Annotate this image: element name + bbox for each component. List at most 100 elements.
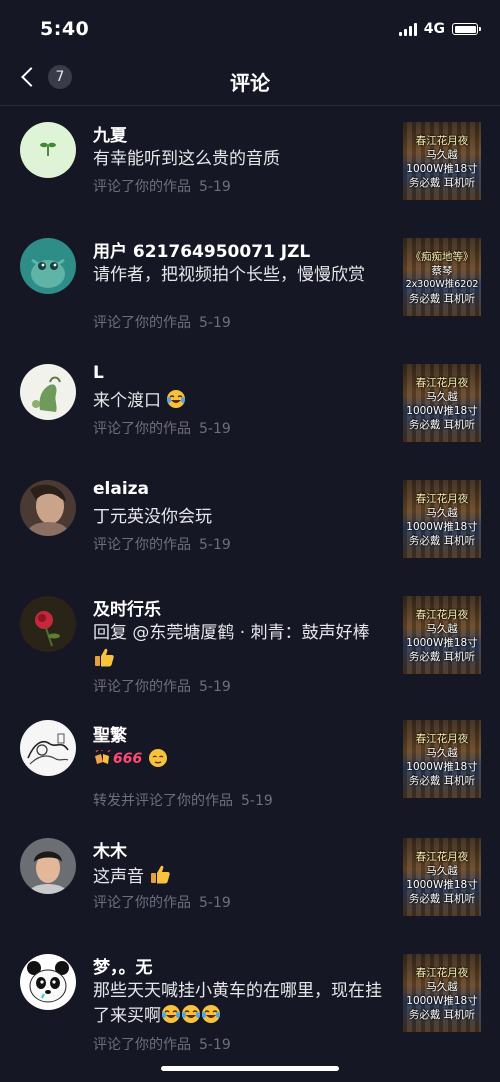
avatar[interactable] — [20, 838, 76, 894]
comment-meta: 评论了你的作品 5-19 — [93, 534, 231, 554]
comment-meta: 转发并评论了你的作品 5-19 — [93, 790, 273, 810]
thumb-artist: 马久越 — [426, 149, 458, 161]
avatar[interactable] — [20, 596, 76, 652]
thumb-title: 春江花月夜 — [415, 967, 469, 979]
video-thumbnail[interactable]: 春江花月夜 马久越 1000W推18寸 务必戴 耳机听 — [403, 596, 481, 674]
comment-body: 来个渡口 — [93, 391, 161, 411]
thumb-spec: 1000W推18寸 — [406, 637, 478, 649]
comment-body: 回复 @东莞塘厦鹤 · 刺青：鼓声好棒 — [93, 623, 370, 643]
thumb-artist: 马久越 — [426, 623, 458, 635]
comment-body: 那些天天喊挂小黄车的在哪里，现在挂了来买啊 — [93, 981, 382, 1026]
username[interactable]: 九夏 — [93, 121, 127, 146]
username[interactable]: elaiza — [93, 479, 149, 499]
avatar[interactable] — [20, 954, 76, 1010]
thumb-note: 务必戴 耳机听 — [408, 893, 476, 905]
thumb-spec: 1000W推18寸 — [406, 163, 478, 175]
thumb-title: 春江花月夜 — [415, 377, 469, 389]
home-indicator[interactable] — [161, 1066, 339, 1071]
comment-text: 回复 @东莞塘厦鹤 · 刺青：鼓声好棒 — [93, 621, 393, 676]
date: 5-19 — [199, 1037, 231, 1053]
thumbs-up-emoji — [149, 863, 171, 893]
video-thumbnail[interactable]: 春江花月夜 马久越 1000W推18寸 务必戴 耳机听 — [403, 364, 481, 442]
thumb-spec: 1000W推18寸 — [406, 761, 478, 773]
username[interactable]: 木木 — [93, 837, 127, 862]
video-thumbnail[interactable]: 春江花月夜 马久越 1000W推18寸 务必戴 耳机听 — [403, 838, 481, 916]
laugh-cry-emoji — [201, 1004, 221, 1032]
avatar[interactable] — [20, 364, 76, 420]
thumb-title: 春江花月夜 — [415, 733, 469, 745]
thumb-note: 务必戴 耳机听 — [408, 419, 476, 431]
status-bar: 5:40 4G — [0, 0, 500, 60]
comment-text: 这声音 — [93, 863, 393, 893]
username[interactable]: L — [93, 363, 104, 383]
thumb-spec: 1000W推18寸 — [406, 405, 478, 417]
username[interactable]: 及时行乐 — [93, 595, 161, 620]
username[interactable]: 用户 621764950071 JZL — [93, 237, 310, 262]
action-text: 评论了你的作品 — [93, 421, 191, 437]
clap-emoji — [93, 749, 113, 776]
comment-text: 有幸能听到这么贵的音质 — [93, 149, 280, 169]
date: 5-19 — [199, 421, 231, 437]
video-thumbnail[interactable]: 《痴痴地等》 蔡琴 2x300W推6202 务必戴 耳机听 — [403, 238, 481, 316]
comment-meta: 评论了你的作品 5-19 — [93, 312, 231, 332]
avatar[interactable] — [20, 480, 76, 536]
thumb-title: 春江花月夜 — [415, 851, 469, 863]
video-thumbnail[interactable]: 春江花月夜 马久越 1000W推18寸 务必戴 耳机听 — [403, 954, 481, 1032]
username[interactable]: 梦，。无 — [93, 953, 153, 978]
comment-meta: 评论了你的作品 5-19 — [93, 418, 231, 438]
network-type: 4G — [423, 21, 445, 37]
thumb-spec: 1000W推18寸 — [406, 879, 478, 891]
action-text: 评论了你的作品 — [93, 679, 191, 695]
status-indicators: 4G — [398, 21, 481, 37]
laugh-cry-emoji — [161, 1004, 181, 1032]
action-text: 评论了你的作品 — [93, 1037, 191, 1053]
page-title: 评论 — [230, 71, 270, 95]
comment-meta: 评论了你的作品 5-19 — [93, 676, 231, 696]
date: 5-19 — [199, 315, 231, 331]
action-text: 转发并评论了你的作品 — [93, 793, 233, 809]
thumb-note: 务必戴 耳机听 — [408, 775, 476, 787]
thumb-artist: 马久越 — [426, 981, 458, 993]
date: 5-19 — [199, 895, 231, 911]
battery-icon — [452, 23, 481, 35]
comment-meta: 评论了你的作品 5-19 — [93, 1034, 231, 1054]
thumb-artist: 马久越 — [426, 391, 458, 403]
laugh-cry-emoji — [181, 1004, 201, 1032]
comment-text: 666 — [93, 747, 393, 776]
nav-bar: 7 评论 — [0, 54, 500, 106]
comment-text: 请作者，把视频拍个长些，慢慢欣赏 — [93, 265, 365, 285]
thumb-note: 务必戴 耳机听 — [408, 535, 476, 547]
thumb-spec: 2x300W推6202 — [405, 279, 479, 290]
thumbs-up-emoji — [93, 646, 115, 676]
avatar[interactable] — [20, 122, 76, 178]
avatar[interactable] — [20, 238, 76, 294]
thumb-spec: 1000W推18寸 — [406, 995, 478, 1007]
thumb-artist: 马久越 — [426, 747, 458, 759]
date: 5-19 — [199, 537, 231, 553]
thumb-title: 春江花月夜 — [415, 493, 469, 505]
comment-body: 666 — [113, 751, 143, 767]
signal-icon — [398, 22, 417, 36]
action-text: 评论了你的作品 — [93, 895, 191, 911]
video-thumbnail[interactable]: 春江花月夜 马久越 1000W推18寸 务必戴 耳机听 — [403, 122, 481, 200]
action-text: 评论了你的作品 — [93, 315, 191, 331]
avatar[interactable] — [20, 720, 76, 776]
action-text: 评论了你的作品 — [93, 537, 191, 553]
date: 5-19 — [199, 179, 231, 195]
thumb-artist: 马久越 — [426, 507, 458, 519]
video-thumbnail[interactable]: 春江花月夜 马久越 1000W推18寸 务必戴 耳机听 — [403, 480, 481, 558]
thumb-note: 务必戴 耳机听 — [408, 293, 476, 305]
comment-meta: 评论了你的作品 5-19 — [93, 892, 231, 912]
thumb-title: 春江花月夜 — [415, 609, 469, 621]
comment-meta: 评论了你的作品 5-19 — [93, 176, 231, 196]
comment-text: 丁元英没你会玩 — [93, 507, 212, 527]
relieved-emoji — [148, 748, 168, 776]
thumb-spec: 1000W推18寸 — [406, 521, 478, 533]
thumb-artist: 蔡琴 — [431, 265, 453, 277]
thumb-note: 务必戴 耳机听 — [408, 177, 476, 189]
comment-text: 那些天天喊挂小黄车的在哪里，现在挂了来买啊 — [93, 979, 393, 1032]
username[interactable]: 聖繁 — [93, 721, 127, 746]
thumb-note: 务必戴 耳机听 — [408, 651, 476, 663]
video-thumbnail[interactable]: 春江花月夜 马久越 1000W推18寸 务必戴 耳机听 — [403, 720, 481, 798]
thumb-title: 春江花月夜 — [415, 135, 469, 147]
